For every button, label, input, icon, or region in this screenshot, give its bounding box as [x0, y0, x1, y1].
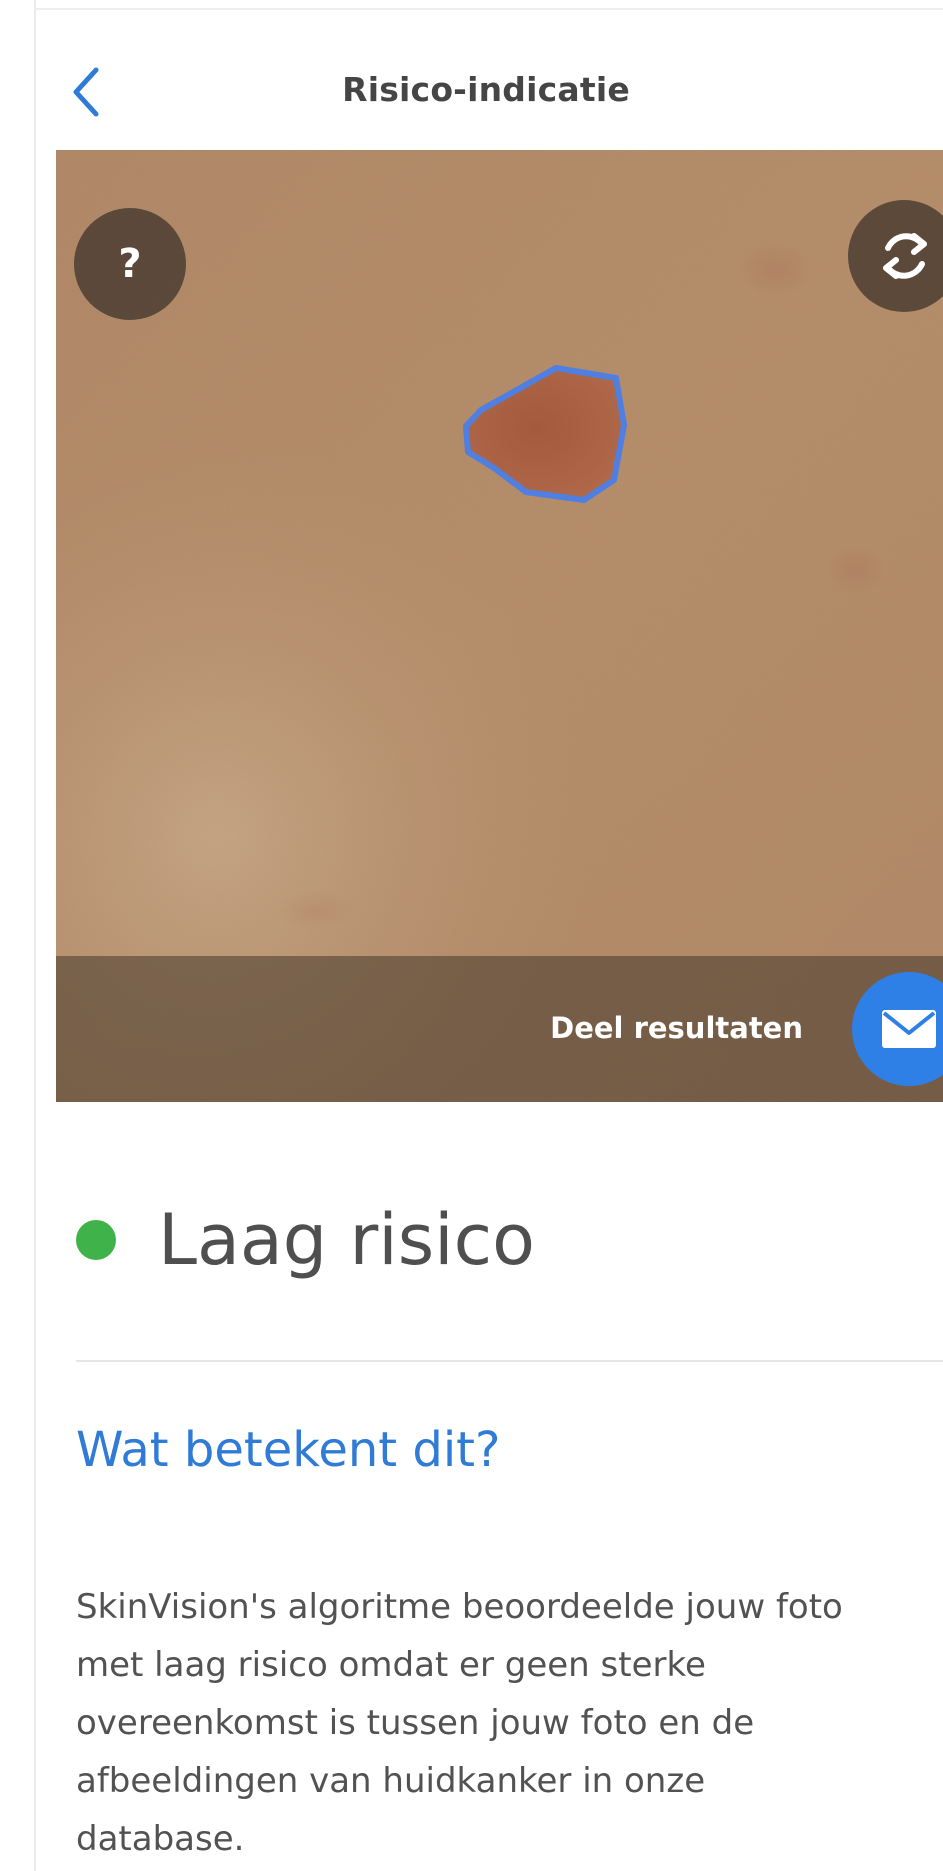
help-icon: ?	[118, 241, 142, 287]
risk-label: Laag risico	[158, 1199, 535, 1281]
page-title: Risico-indicatie	[342, 70, 630, 109]
description-line: database.	[76, 1819, 245, 1859]
share-results-label[interactable]: Deel resultaten	[550, 1011, 803, 1045]
chevron-left-icon	[73, 67, 99, 117]
refresh-button[interactable]	[848, 200, 943, 312]
risk-result: Laag risico	[76, 1190, 876, 1290]
help-button[interactable]: ?	[74, 208, 186, 320]
description-line: met laag risico omdat er geen sterke	[76, 1645, 706, 1685]
risk-status-dot	[76, 1220, 116, 1260]
back-button[interactable]	[62, 62, 112, 122]
description: SkinVision's algoritme beoordeelde jouw …	[76, 1578, 943, 1868]
description-line: overeenkomst is tussen jouw foto en de	[76, 1703, 755, 1743]
screen: Risico-indicatie ? Deel resultaten Laag …	[0, 0, 943, 1871]
skin-photo: ? Deel resultaten	[56, 150, 943, 1102]
frame-border-left	[34, 0, 36, 1871]
section-title: Wat betekent dit?	[76, 1422, 501, 1478]
share-bar: Deel resultaten	[56, 956, 943, 1102]
header: Risico-indicatie	[36, 10, 943, 150]
divider	[76, 1360, 943, 1362]
description-line: SkinVision's algoritme beoordeelde jouw …	[76, 1587, 843, 1627]
refresh-icon	[883, 233, 927, 279]
share-button[interactable]	[852, 972, 943, 1086]
description-line: afbeeldingen van huidkanker in onze	[76, 1761, 706, 1801]
mail-icon	[882, 1010, 936, 1048]
